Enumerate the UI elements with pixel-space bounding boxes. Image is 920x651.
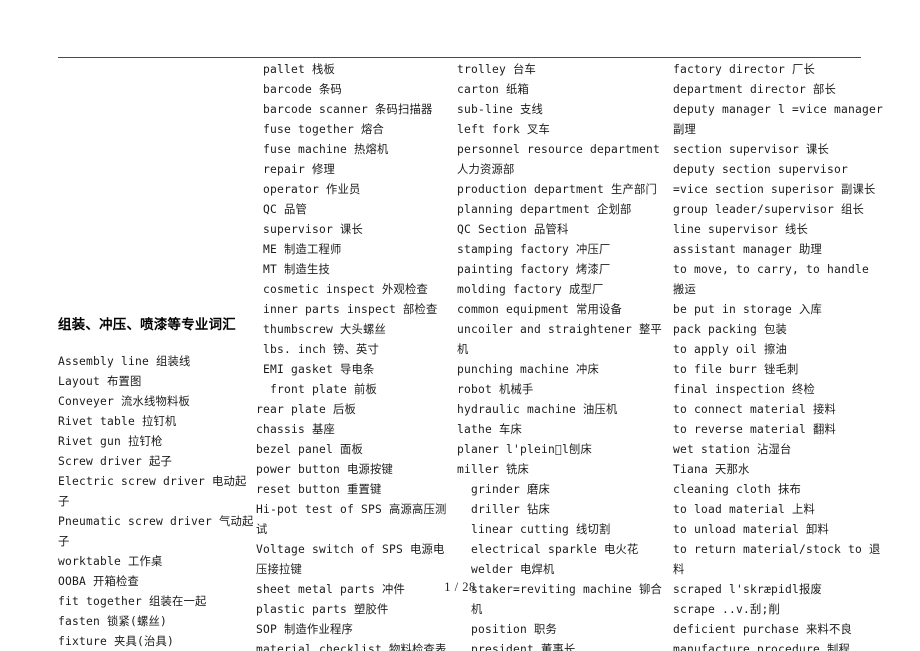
glossary-entry: fuse together 熔合 <box>263 123 385 136</box>
glossary-entry: punching machine 冲床 <box>457 363 600 376</box>
glossary-entry: painting factory 烤漆厂 <box>457 263 611 276</box>
document-page: 组装、冲压、喷漆等专业词汇 Assembly line 组装线 Layout 布置… <box>0 0 920 651</box>
glossary-entry: manufacture procedure 制程 <box>673 643 851 651</box>
glossary-entry: assistant manager 助理 <box>673 243 823 256</box>
glossary-entry: final inspection 终检 <box>673 383 816 396</box>
glossary-entry: factory director 厂长 <box>673 63 816 76</box>
glossary-entry: be put in storage 入库 <box>673 303 823 316</box>
glossary-entry: repair 修理 <box>263 163 336 176</box>
glossary-entry: fixture 夹具(治具) <box>58 635 175 648</box>
glossary-entry: SOP 制造作业程序 <box>256 623 353 636</box>
glossary-entry: barcode 条码 <box>263 83 343 96</box>
glossary-entry: fit together 组装在一起 <box>58 595 207 608</box>
glossary-column-3: trolley 台车 carton 纸箱 sub-line 支线 left fork … <box>457 60 664 651</box>
glossary-entry: planning department 企划部 <box>457 203 632 216</box>
glossary-entry: trolley 台车 <box>457 63 537 76</box>
glossary-entry: fuse machine 热熔机 <box>263 143 389 156</box>
text-columns: Assembly line 组装线 Layout 布置图 Conveyer 流水线物… <box>0 0 920 651</box>
glossary-entry: welder 电焊机 <box>471 563 555 576</box>
glossary-entry: Hi-pot test of SPS 高源高压测试 <box>256 503 447 536</box>
glossary-column-1: Assembly line 组装线 Layout 布置图 Conveyer 流水线物… <box>58 352 254 651</box>
glossary-entry: grinder 磨床 <box>471 483 551 496</box>
glossary-entry: Electric screw driver 电动起子 <box>58 475 247 508</box>
glossary-entry: Assembly line 组装线 <box>58 355 191 368</box>
glossary-entry: uncoiler and straightener 整平机 <box>457 323 663 356</box>
glossary-entry: pallet 栈板 <box>263 63 336 76</box>
glossary-entry: bezel panel 面板 <box>256 443 364 456</box>
glossary-entry: rear plate 后板 <box>256 403 357 416</box>
glossary-entry: supervisor 课长 <box>263 223 364 236</box>
glossary-entry: inner parts inspect 部检查 <box>263 303 438 316</box>
glossary-entry: lathe 车床 <box>457 423 523 436</box>
glossary-entry: chassis 基座 <box>256 423 336 436</box>
glossary-entry: Rivet gun 拉钉枪 <box>58 435 163 448</box>
glossary-entry: lbs. inch 镑、英寸 <box>263 343 380 356</box>
glossary-entry: Screw driver 起子 <box>58 455 173 468</box>
glossary-entry: to connect material 接料 <box>673 403 837 416</box>
glossary-entry: molding factory 成型厂 <box>457 283 604 296</box>
glossary-entry: Pneumatic screw driver 气动起子 <box>58 515 254 548</box>
glossary-entry: plastic parts 塑胶件 <box>256 603 389 616</box>
glossary-entry: Rivet table 拉钉机 <box>58 415 177 428</box>
glossary-entry: Conveyer 流水线物料板 <box>58 395 190 408</box>
glossary-entry: thumbscrew 大头螺丝 <box>263 323 387 336</box>
glossary-entry: barcode scanner 条码扫描器 <box>263 103 433 116</box>
glossary-entry: Tiana 天那水 <box>673 463 750 476</box>
glossary-entry: to unload material 卸料 <box>673 523 830 536</box>
glossary-entry: front plate 前板 <box>270 383 378 396</box>
glossary-entry: material checklist 物料检查表 <box>256 643 447 651</box>
glossary-entry: sub-line 支线 <box>457 103 544 116</box>
glossary-entry: scrape ..v.刮;削 <box>673 603 781 616</box>
glossary-entry: cosmetic inspect 外观检查 <box>263 283 429 296</box>
glossary-entry: power button 电源按键 <box>256 463 394 476</box>
glossary-entry: deficient purchase 来料不良 <box>673 623 853 636</box>
glossary-entry: section supervisor 课长 <box>673 143 830 156</box>
glossary-column-4: factory director 厂长 department director 部… <box>673 60 885 651</box>
glossary-entry: driller 钻床 <box>471 503 551 516</box>
glossary-entry: production department 生产部门 <box>457 183 658 196</box>
glossary-entry: personnel resource department 人力资源部 <box>457 143 661 176</box>
glossary-entry: group leader/supervisor 组长 <box>673 203 865 216</box>
glossary-entry: MT 制造生技 <box>263 263 330 276</box>
glossary-entry: to reverse material 翻料 <box>673 423 837 436</box>
glossary-entry: QC Section 品管科 <box>457 223 569 236</box>
glossary-entry: cleaning cloth 抹布 <box>673 483 802 496</box>
glossary-entry: Voltage switch of SPS 电源电压接拉键 <box>256 543 445 576</box>
glossary-entry: to apply oil 擦油 <box>673 343 788 356</box>
glossary-entry: stamping factory 冲压厂 <box>457 243 611 256</box>
glossary-entry: Layout 布置图 <box>58 375 142 388</box>
glossary-entry: to move, to carry, to handle 搬运 <box>673 263 870 296</box>
page-number: 1 / 28 <box>444 580 476 594</box>
glossary-entry: hydraulic machine 油压机 <box>457 403 618 416</box>
glossary-entry: to return material/stock to 退料 <box>673 543 881 576</box>
glossary-entry: planer l'pleinl刨床 <box>457 443 593 456</box>
glossary-entry: wet station 沾湿台 <box>673 443 792 456</box>
glossary-entry: robot 机械手 <box>457 383 534 396</box>
glossary-entry: reset button 重置键 <box>256 483 382 496</box>
glossary-entry: QC 品管 <box>263 203 307 216</box>
glossary-entry: line supervisor 线长 <box>673 223 809 236</box>
glossary-entry: president 董事长 <box>471 643 576 651</box>
glossary-entry: deputy section supervisor =vice section … <box>673 163 876 196</box>
glossary-entry: deputy manager l =vice manager 副理 <box>673 103 884 136</box>
glossary-entry: carton 纸箱 <box>457 83 530 96</box>
glossary-entry: left fork 叉车 <box>457 123 551 136</box>
glossary-entry: operator 作业员 <box>263 183 361 196</box>
glossary-entry: position 职务 <box>471 623 558 636</box>
glossary-entry: department director 部长 <box>673 83 837 96</box>
glossary-entry: to file burr 锉毛刺 <box>673 363 799 376</box>
glossary-entry: worktable 工作桌 <box>58 555 163 568</box>
glossary-entry: to load material 上料 <box>673 503 816 516</box>
glossary-entry: linear cutting 线切割 <box>471 523 611 536</box>
glossary-entry: electrical sparkle 电火花 <box>471 543 639 556</box>
glossary-entry: common equipment 常用设备 <box>457 303 623 316</box>
glossary-entry: miller 铣床 <box>457 463 530 476</box>
glossary-entry: fasten 锁紧(螺丝) <box>58 615 167 628</box>
glossary-entry: ME 制造工程师 <box>263 243 342 256</box>
glossary-entry: pack packing 包装 <box>673 323 788 336</box>
glossary-entry: EMI gasket 导电条 <box>263 363 375 376</box>
glossary-column-2: pallet 栈板 barcode 条码 barcode scanner 条码扫描器… <box>256 60 456 651</box>
